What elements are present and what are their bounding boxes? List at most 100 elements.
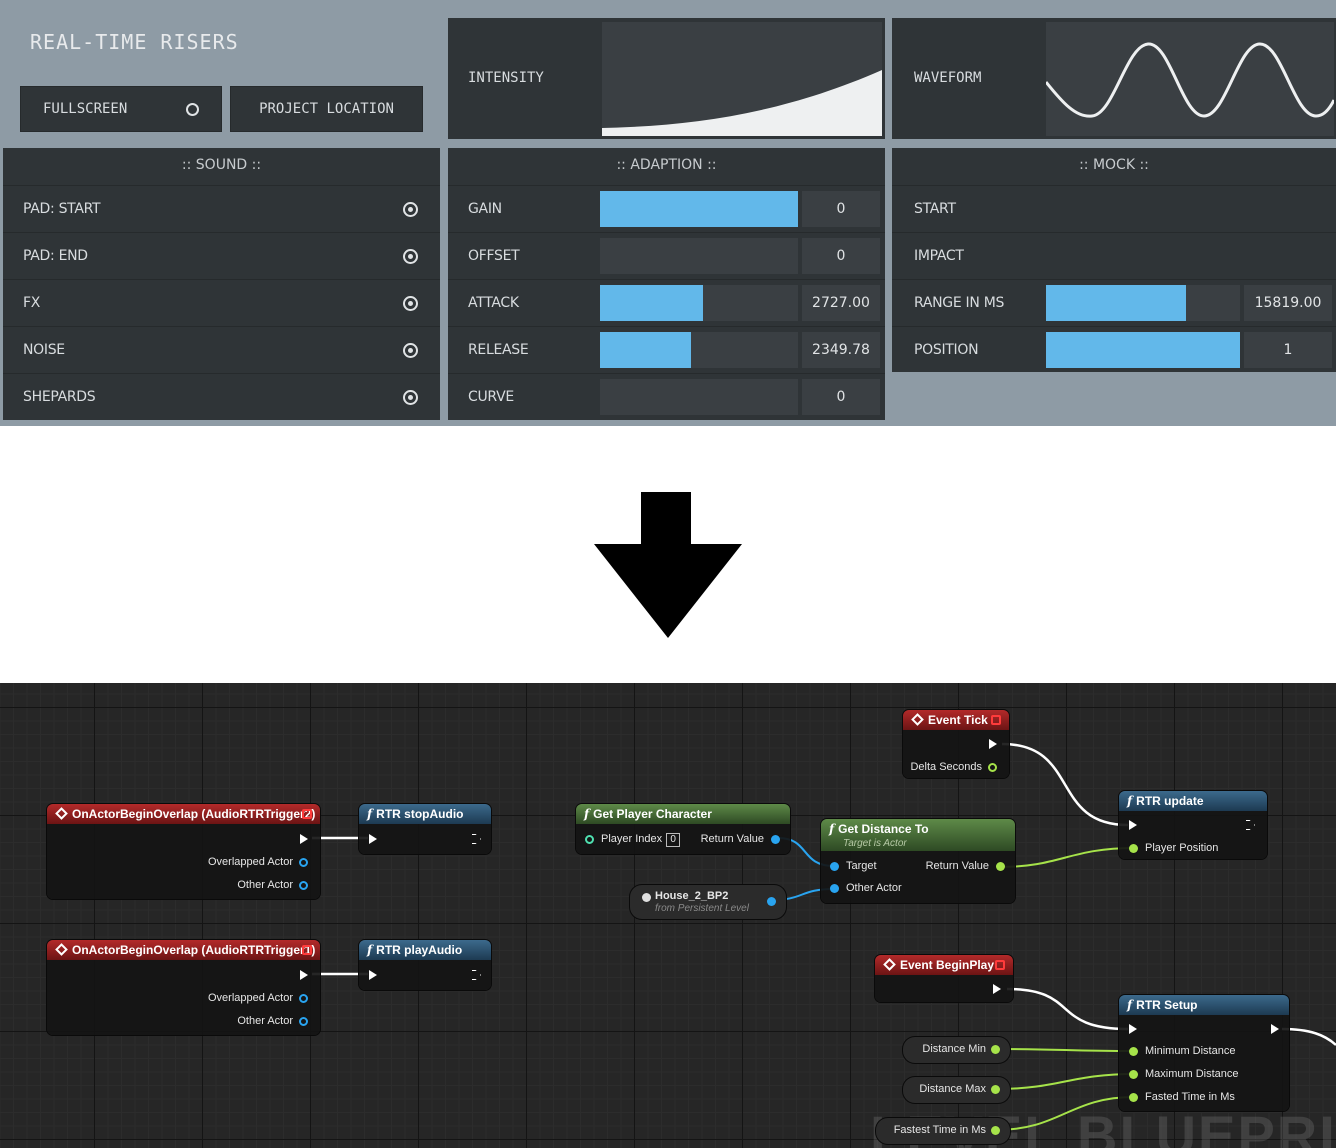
object-pin-icon[interactable] <box>771 835 780 844</box>
fullscreen-button[interactable]: FULLSCREEN <box>20 86 222 132</box>
sound-item-pad-start[interactable]: PAD: START <box>3 185 440 231</box>
object-pin-icon[interactable] <box>767 897 776 906</box>
event-tick-node[interactable]: Event Tick Delta Seconds <box>903 710 1009 778</box>
sound-item-label: NOISE <box>23 342 65 358</box>
rtr-stop-audio-node[interactable]: f RTR stopAudio <box>359 804 491 854</box>
sound-item-fx[interactable]: FX <box>3 279 440 325</box>
function-icon: f <box>1127 794 1133 808</box>
sound-item-noise[interactable]: NOISE <box>3 326 440 372</box>
offset-value[interactable]: 0 <box>802 238 880 274</box>
object-pin-icon[interactable] <box>830 884 839 893</box>
adaption-row-curve: CURVE 0 <box>448 373 885 419</box>
sound-item-shepards[interactable]: SHEPARDS <box>3 373 440 419</box>
pin-label: Delta Seconds <box>910 761 982 773</box>
node-title: Event Tick <box>928 713 988 727</box>
object-pin-icon[interactable] <box>299 881 308 890</box>
float-pin-icon[interactable] <box>1129 844 1138 853</box>
radio-icon[interactable] <box>403 249 418 264</box>
float-pin-icon[interactable] <box>991 1085 1000 1094</box>
exec-out-pin-icon[interactable] <box>472 970 481 980</box>
delegate-pin-icon[interactable] <box>302 809 312 819</box>
attack-value[interactable]: 2727.00 <box>802 285 880 321</box>
exec-in-pin-icon[interactable] <box>1129 1024 1137 1034</box>
exec-out-pin-icon[interactable] <box>993 984 1001 994</box>
exec-in-pin-icon[interactable] <box>1129 820 1137 830</box>
float-pin-icon[interactable] <box>1129 1093 1138 1102</box>
float-pin-icon[interactable] <box>991 1126 1000 1135</box>
distance-max-variable[interactable]: Distance Max <box>903 1077 1010 1103</box>
exec-out-pin-icon[interactable] <box>472 834 481 844</box>
sound-header: :: SOUND :: <box>181 157 262 173</box>
float-pin-icon[interactable] <box>1129 1047 1138 1056</box>
position-slider[interactable] <box>1046 332 1240 368</box>
mock-label: RANGE IN MS <box>914 295 1005 311</box>
gain-value[interactable]: 0 <box>802 191 880 227</box>
exec-in-pin-icon[interactable] <box>369 834 377 844</box>
pin-label: Target <box>846 860 877 872</box>
mock-item-start[interactable]: START <box>892 185 1336 231</box>
slider-fill <box>600 285 703 321</box>
house-variable-node[interactable]: House_2_BP2 from Persistent Level <box>630 885 786 919</box>
adaption-header: :: ADAPTION :: <box>616 157 717 173</box>
get-player-character-node[interactable]: f Get Player Character Player Index 0 Retu… <box>576 804 790 854</box>
curve-slider[interactable] <box>600 379 798 415</box>
range-slider[interactable] <box>1046 285 1240 321</box>
attack-slider[interactable] <box>600 285 798 321</box>
rtr-setup-node[interactable]: f RTR Setup Minimum Distance Maximum Dist… <box>1119 995 1289 1111</box>
sound-item-label: PAD: END <box>23 248 88 264</box>
radio-icon[interactable] <box>403 343 418 358</box>
float-pin-icon[interactable] <box>996 862 1005 871</box>
exec-out-pin-icon[interactable] <box>1246 820 1255 830</box>
adaption-label: OFFSET <box>468 248 520 264</box>
exec-out-pin-icon[interactable] <box>1271 1024 1279 1034</box>
overlap-trigger1-node[interactable]: OnActorBeginOverlap (AudioRTRTrigger1) O… <box>47 940 320 1035</box>
radio-icon[interactable] <box>403 390 418 405</box>
exec-out-pin-icon[interactable] <box>989 739 997 749</box>
range-value[interactable]: 15819.00 <box>1244 285 1332 321</box>
object-pin-icon[interactable] <box>299 994 308 1003</box>
rtr-play-audio-node[interactable]: f RTR playAudio <box>359 940 491 990</box>
float-pin-icon[interactable] <box>988 763 997 772</box>
node-title: RTR Setup <box>1136 998 1198 1012</box>
exec-out-pin-icon[interactable] <box>300 834 308 844</box>
event-begin-play-node[interactable]: Event BeginPlay <box>875 955 1013 1002</box>
radio-icon[interactable] <box>403 296 418 311</box>
release-slider[interactable] <box>600 332 798 368</box>
get-distance-to-node[interactable]: f Get Distance To Target is Actor Target R… <box>821 819 1015 903</box>
player-index-input[interactable]: 0 <box>666 833 681 847</box>
int-pin-icon[interactable] <box>585 835 594 844</box>
event-icon <box>55 943 68 956</box>
fullscreen-toggle-icon <box>186 103 199 116</box>
mock-item-impact[interactable]: IMPACT <box>892 232 1336 278</box>
fastest-time-variable[interactable]: Fastest Time in Ms <box>876 1118 1010 1144</box>
distance-min-variable[interactable]: Distance Min <box>903 1037 1010 1063</box>
curve-value[interactable]: 0 <box>802 379 880 415</box>
slider-fill <box>600 332 692 368</box>
rtr-update-node[interactable]: f RTR update Player Position <box>1119 791 1267 859</box>
exec-out-pin-icon[interactable] <box>300 970 308 980</box>
release-value[interactable]: 2349.78 <box>802 332 880 368</box>
exec-in-pin-icon[interactable] <box>369 970 377 980</box>
overlap-trigger2-node[interactable]: OnActorBeginOverlap (AudioRTRTrigger2) O… <box>47 804 320 899</box>
node-header: f RTR update <box>1119 791 1267 811</box>
radio-icon[interactable] <box>403 202 418 217</box>
delegate-pin-icon[interactable] <box>302 945 312 955</box>
function-icon: f <box>367 943 373 957</box>
project-location-button[interactable]: PROJECT LOCATION <box>230 86 423 132</box>
sound-item-label: PAD: START <box>23 201 101 217</box>
float-pin-icon[interactable] <box>1129 1070 1138 1079</box>
node-subtitle: Target is Actor <box>843 838 907 849</box>
float-pin-icon[interactable] <box>991 1045 1000 1054</box>
gain-slider[interactable] <box>600 191 798 227</box>
delegate-pin-icon[interactable] <box>991 715 1001 725</box>
object-pin-icon[interactable] <box>299 1017 308 1026</box>
offset-slider[interactable] <box>600 238 798 274</box>
object-pin-icon[interactable] <box>830 862 839 871</box>
position-value[interactable]: 1 <box>1244 332 1332 368</box>
level-blueprint-graph[interactable]: LEVEL BLUEPRINT OnActorBeginOverlap (Aud… <box>0 683 1336 1148</box>
delegate-pin-icon[interactable] <box>995 960 1005 970</box>
object-pin-icon[interactable] <box>299 858 308 867</box>
node-title: OnActorBeginOverlap (AudioRTRTrigger2) <box>72 807 316 821</box>
variable-title: House_2_BP2 <box>655 890 729 902</box>
sound-item-pad-end[interactable]: PAD: END <box>3 232 440 278</box>
